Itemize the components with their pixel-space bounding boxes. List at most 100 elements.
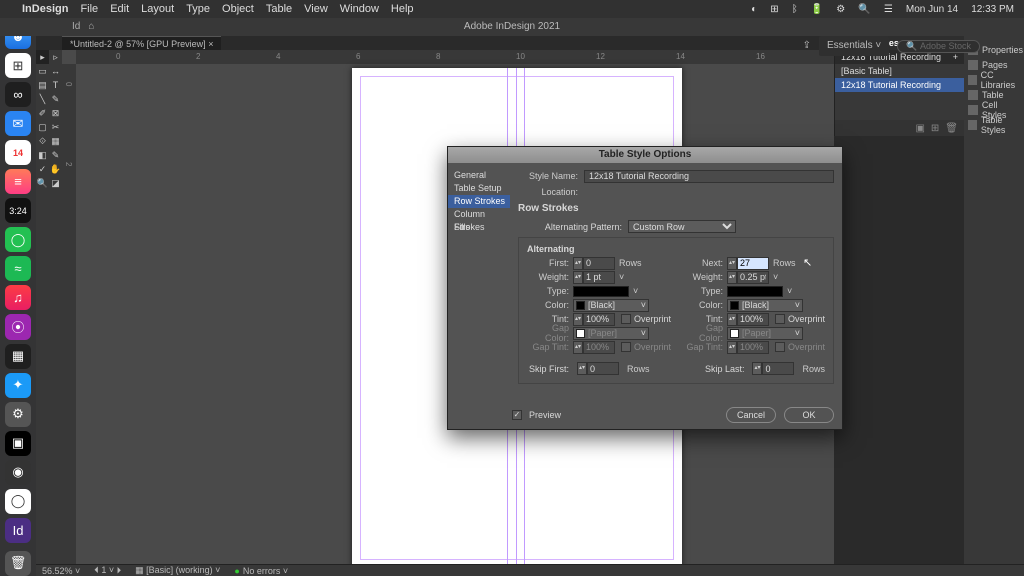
battery-icon[interactable]: 🔋 xyxy=(811,4,823,15)
rectangle-frame-tool[interactable]: ⊠ xyxy=(49,106,62,120)
dock-podcasts[interactable]: ⦿ xyxy=(5,314,31,339)
dock-messages[interactable]: ◯ xyxy=(5,227,31,252)
gap-tool[interactable]: ↔ xyxy=(49,64,62,78)
color-select-r[interactable]: [Black]˅ xyxy=(727,299,803,312)
line-tool[interactable]: ╲ xyxy=(36,92,49,106)
menu-window[interactable]: Window xyxy=(340,3,379,15)
direct-selection-tool[interactable]: ▹ xyxy=(49,50,62,64)
menu-layout[interactable]: Layout xyxy=(141,3,174,15)
adobe-stock-search[interactable]: 🔍 Adobe Stock xyxy=(897,40,980,53)
chevron-down-icon[interactable]: ˅ xyxy=(773,272,778,282)
page-navigator[interactable]: ⏴ 1 ˅ ⏵ xyxy=(94,565,121,576)
document-tab[interactable]: *Untitled-2 @ 57% [GPU Preview] × xyxy=(62,36,221,50)
menu-view[interactable]: View xyxy=(304,3,328,15)
dock-trash[interactable]: 🗑︎ xyxy=(5,551,31,576)
menu-help[interactable]: Help xyxy=(391,3,414,15)
chevron-down-icon[interactable]: ˅ xyxy=(633,286,638,296)
menu-type[interactable]: Type xyxy=(186,3,210,15)
style-name-input[interactable] xyxy=(584,170,834,183)
dock-launchpad[interactable]: ⊞ xyxy=(5,53,31,78)
vertical-ruler[interactable]: 02 xyxy=(62,64,76,564)
scissors-tool[interactable]: ✂︎ xyxy=(49,120,62,134)
dock-preferences[interactable]: ⚙︎ xyxy=(5,402,31,427)
sidebar-row-strokes[interactable]: Row Strokes xyxy=(448,195,510,208)
dock-mail[interactable]: ✉︎ xyxy=(5,111,31,136)
preview-toggle[interactable]: Preview xyxy=(512,410,561,420)
type-tool[interactable]: T xyxy=(49,78,62,92)
ok-button[interactable]: OK xyxy=(784,407,834,423)
tint-input[interactable] xyxy=(583,313,615,326)
panel-table-styles[interactable]: Table Styles xyxy=(964,117,1024,132)
menu-object[interactable]: Object xyxy=(222,3,254,15)
stroke-type-select[interactable] xyxy=(573,286,629,297)
alternating-pattern-select[interactable]: Custom Row xyxy=(628,220,736,233)
skip-last-stepper[interactable]: ▴▾ xyxy=(752,362,794,375)
dock-creative-cloud[interactable]: ∞ xyxy=(5,82,31,107)
sidebar-column-strokes[interactable]: Column Strokes xyxy=(448,208,510,221)
trash-icon[interactable]: 🗑︎ xyxy=(945,123,958,134)
gap-color-select-r[interactable]: [Paper]˅ xyxy=(727,327,803,340)
content-collector-tool[interactable]: ▤ xyxy=(36,78,49,92)
page-tool[interactable]: ▭ xyxy=(36,64,49,78)
search-icon[interactable]: 🔍 xyxy=(858,4,870,15)
dock-obs[interactable]: ◉ xyxy=(5,460,31,485)
zoom-level[interactable]: 56.52% ˅ xyxy=(42,566,80,576)
skip-first-input[interactable] xyxy=(587,362,619,375)
zoom-tool[interactable]: 🔍 xyxy=(36,176,49,190)
skip-first-stepper[interactable]: ▴▾ xyxy=(577,362,619,375)
horizontal-ruler[interactable]: 0246810121416 xyxy=(76,50,834,64)
chevron-down-icon[interactable]: ˅ xyxy=(787,286,792,296)
overprint-checkbox[interactable] xyxy=(621,314,631,324)
pen-tool[interactable]: ✎ xyxy=(49,92,62,106)
color-tool[interactable]: ◪ xyxy=(49,176,62,190)
skip-last-input[interactable] xyxy=(762,362,794,375)
folder-icon[interactable]: ▣ xyxy=(915,123,924,134)
overprint-checkbox-r[interactable] xyxy=(775,314,785,324)
weight-stepper[interactable]: ▴▾ xyxy=(573,271,615,284)
dock-chrome[interactable]: ◯ xyxy=(5,489,31,514)
dock-terminal[interactable]: ▣ xyxy=(5,431,31,456)
dock-app-1[interactable]: ▦ xyxy=(5,344,31,369)
preview-checkbox[interactable] xyxy=(512,410,522,420)
gap-color-select[interactable]: [Paper]˅ xyxy=(573,327,649,340)
tint-input-r[interactable] xyxy=(737,313,769,326)
wifi-icon[interactable]: ⚙︎ xyxy=(836,4,845,15)
ms-icon[interactable]: ⊞ xyxy=(770,4,778,15)
weight-input[interactable] xyxy=(583,271,615,284)
bluetooth-icon[interactable]: ᛒ xyxy=(792,4,798,15)
next-input[interactable] xyxy=(737,257,769,270)
dock-reminders[interactable]: ≡ xyxy=(5,169,31,194)
chevron-down-icon[interactable]: ˅ xyxy=(619,272,624,282)
gradient-swatch-tool[interactable]: ▦ xyxy=(49,134,62,148)
adobe-sync-icon[interactable]: ◐ xyxy=(751,4,757,15)
menu-file[interactable]: File xyxy=(80,3,98,15)
eyedropper-tool[interactable]: ✓ xyxy=(36,162,49,176)
tint-stepper-r[interactable]: ▴▾ xyxy=(727,313,769,326)
menubar-date[interactable]: Mon Jun 14 xyxy=(906,4,958,15)
control-center-icon[interactable]: ☰ xyxy=(884,4,893,15)
share-icon[interactable]: ⇪ xyxy=(803,37,811,55)
dock-clock[interactable]: 3:24 xyxy=(5,198,31,223)
dock-calendar[interactable]: 14 xyxy=(5,140,31,165)
pencil-tool[interactable]: ✐ xyxy=(36,106,49,120)
menubar-time[interactable]: 12:33 PM xyxy=(971,4,1014,15)
next-stepper[interactable]: ▴▾ xyxy=(727,257,769,270)
home-icon[interactable]: ⌂ xyxy=(88,18,94,36)
table-style-item[interactable]: [Basic Table] xyxy=(835,64,964,78)
menu-table[interactable]: Table xyxy=(266,3,292,15)
free-transform-tool[interactable]: ⟐ xyxy=(36,134,49,148)
menubar-app-name[interactable]: InDesign xyxy=(22,3,68,15)
selection-tool[interactable]: ▸ xyxy=(36,50,49,64)
note-tool[interactable]: ✎ xyxy=(49,148,62,162)
dialog-title[interactable]: Table Style Options xyxy=(448,147,842,163)
weight-stepper-r[interactable]: ▴▾ xyxy=(727,271,769,284)
menu-edit[interactable]: Edit xyxy=(110,3,129,15)
cancel-button[interactable]: Cancel xyxy=(726,407,776,423)
dock-music[interactable]: ♫ xyxy=(5,285,31,310)
first-input[interactable] xyxy=(583,257,615,270)
close-icon[interactable]: × xyxy=(208,39,213,49)
preflight-status[interactable]: No errors ˅ xyxy=(234,566,288,576)
sidebar-table-setup[interactable]: Table Setup xyxy=(448,182,510,195)
dock-safari[interactable]: ✦ xyxy=(5,373,31,398)
sidebar-general[interactable]: General xyxy=(448,169,510,182)
